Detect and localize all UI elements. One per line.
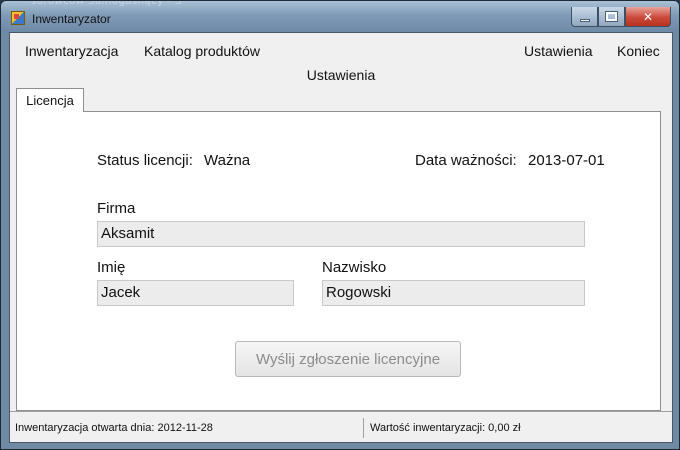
minimize-button[interactable] bbox=[571, 7, 598, 27]
minimize-icon bbox=[579, 19, 590, 22]
page-title: Ustawienia bbox=[306, 67, 376, 83]
company-label: Firma bbox=[97, 200, 136, 217]
app-window: surowców Samogasnący - S Inwentaryzator … bbox=[0, 0, 680, 450]
license-status-value: Ważna bbox=[204, 152, 251, 169]
last-name-label: Nazwisko bbox=[322, 259, 387, 276]
menu-katalog-produktow[interactable]: Katalog produktów bbox=[144, 43, 260, 59]
license-status-label: Status licencji: bbox=[97, 152, 193, 169]
license-tab-panel: Status licencji: Ważna Data ważności: 20… bbox=[16, 111, 661, 411]
tab-licencja[interactable]: Licencja bbox=[16, 88, 84, 112]
title-bar[interactable]: surowców Samogasnący - S Inwentaryzator … bbox=[1, 1, 679, 32]
send-license-request-button[interactable]: Wyślij zgłoszenie licencyjne bbox=[235, 341, 461, 377]
first-name-label: Imię bbox=[97, 259, 126, 276]
close-icon: ✕ bbox=[642, 9, 654, 24]
status-inventory-value: Wartość inwentaryzacji: 0,00 zł bbox=[370, 422, 521, 434]
menu-ustawienia[interactable]: Ustawienia bbox=[524, 43, 592, 59]
client-area: Inwentaryzacja Katalog produktów Ustawie… bbox=[9, 32, 673, 443]
maximize-icon bbox=[605, 11, 618, 22]
menu-koniec[interactable]: Koniec bbox=[617, 43, 660, 59]
company-field[interactable]: Aksamit bbox=[97, 221, 585, 247]
expiry-date-value: 2013-07-01 bbox=[528, 152, 605, 169]
maximize-button[interactable] bbox=[598, 7, 625, 27]
last-name-field[interactable]: Rogowski bbox=[322, 280, 585, 306]
first-name-field[interactable]: Jacek bbox=[97, 280, 294, 306]
status-opened-date: Inwentaryzacja otwarta dnia: 2012-11-28 bbox=[12, 418, 364, 438]
menu-inwentaryzacja[interactable]: Inwentaryzacja bbox=[25, 43, 118, 59]
window-title: Inwentaryzator bbox=[32, 12, 111, 26]
status-bar: Inwentaryzacja otwarta dnia: 2012-11-28 … bbox=[10, 411, 672, 442]
background-window-text: surowców Samogasnący - S bbox=[31, 0, 182, 7]
app-icon bbox=[11, 11, 25, 25]
expiry-date-label: Data ważności: bbox=[415, 152, 517, 169]
close-button[interactable]: ✕ bbox=[625, 7, 671, 27]
